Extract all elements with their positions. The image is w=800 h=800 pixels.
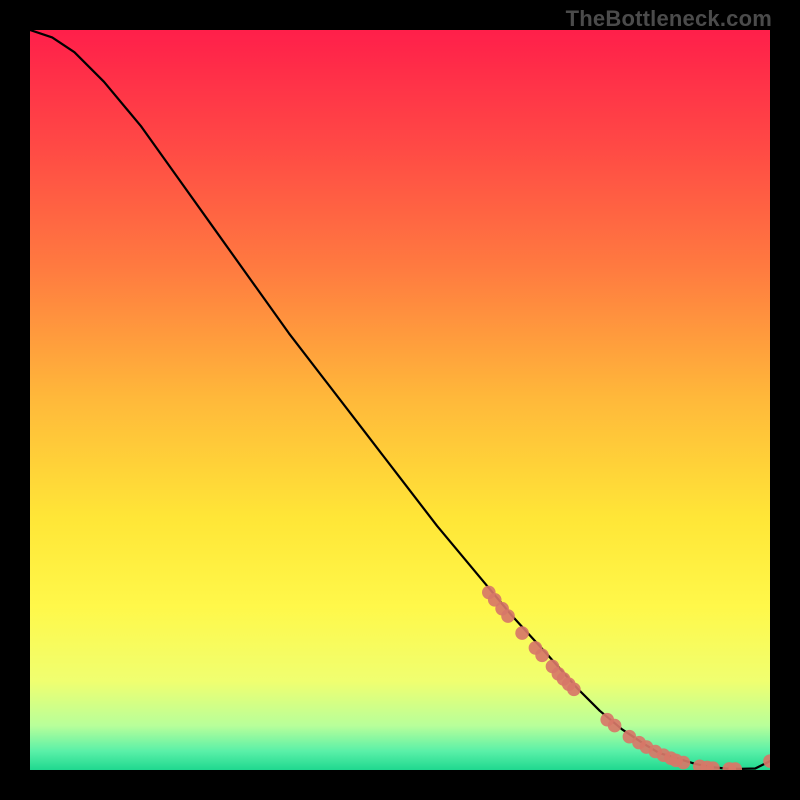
plot-area bbox=[30, 30, 770, 770]
watermark-text: TheBottleneck.com bbox=[566, 6, 772, 32]
chart-stage: TheBottleneck.com bbox=[0, 0, 800, 800]
background-gradient bbox=[30, 30, 770, 770]
